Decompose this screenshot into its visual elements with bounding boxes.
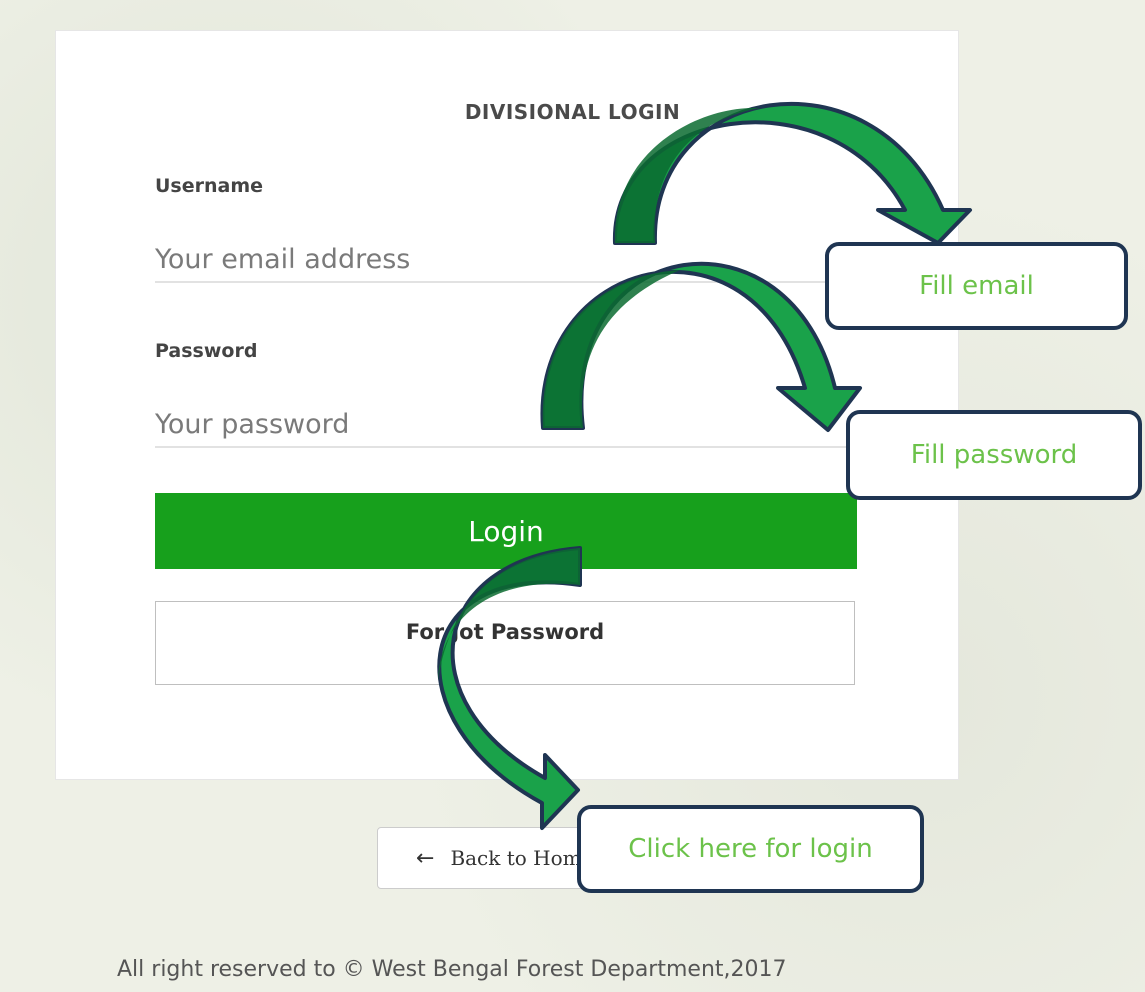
- callout-click-login: Click here for login: [577, 805, 924, 893]
- password-label: Password: [155, 340, 258, 362]
- footer-copyright: All right reserved to © West Bengal Fore…: [117, 957, 787, 982]
- arrow-left-icon: ←: [416, 845, 435, 871]
- callout-fill-password: Fill password: [846, 410, 1142, 500]
- page-title: DIVISIONAL LOGIN: [464, 100, 681, 124]
- forgot-password-button[interactable]: Forgot Password: [155, 601, 855, 685]
- username-label: Username: [155, 175, 264, 197]
- back-to-home-label: Back to Home: [450, 846, 594, 870]
- username-input[interactable]: [155, 237, 855, 283]
- password-input[interactable]: [155, 402, 855, 448]
- callout-fill-email: Fill email: [825, 242, 1128, 330]
- login-button[interactable]: Login: [155, 493, 857, 569]
